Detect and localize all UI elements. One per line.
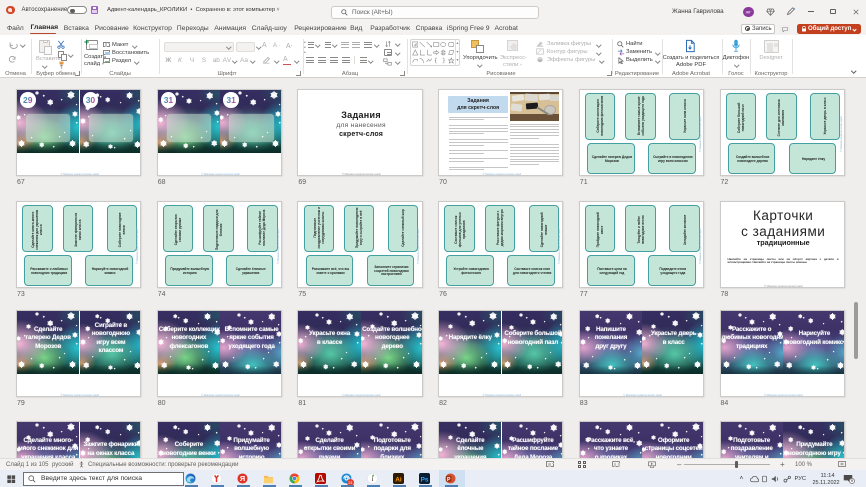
svg-text:Я: Я [240, 474, 245, 483]
svg-text:Ai: Ai [395, 476, 402, 483]
svg-text:Ps: Ps [421, 476, 429, 483]
svg-text:і: і [372, 476, 374, 483]
